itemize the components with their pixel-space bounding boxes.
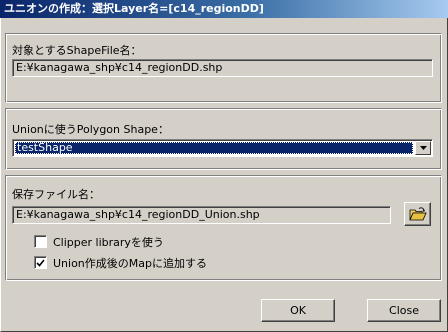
add-to-map-checkbox[interactable] (34, 256, 47, 269)
clipper-library-label[interactable]: Clipper libraryを使う (53, 234, 164, 250)
save-file-group: 保存ファイル名： E:¥kanagawa_shp¥c14_regionDD_Un… (5, 175, 442, 281)
chevron-down-icon (419, 146, 427, 150)
polygon-shape-label: Unionに使うPolygon Shape： (12, 123, 169, 136)
save-file-field[interactable]: E:¥kanagawa_shp¥c14_regionDD_Union.shp (12, 206, 391, 224)
dropdown-button[interactable] (415, 141, 431, 155)
target-shapefile-label: 対象とするShapeFile名： (12, 44, 142, 57)
target-shapefile-field[interactable]: E:¥kanagawa_shp¥c14_regionDD.shp (12, 59, 433, 77)
checkmark-icon (36, 258, 45, 267)
close-button[interactable]: Close (367, 299, 441, 322)
polygon-shape-select[interactable]: testShape (12, 139, 433, 157)
polygon-shape-selected: testShape (15, 142, 413, 154)
ok-button[interactable]: OK (261, 299, 335, 322)
polygon-shape-group: Unionに使うPolygon Shape： testShape (5, 108, 442, 170)
save-file-label: 保存ファイル名： (12, 188, 100, 201)
open-folder-icon (408, 206, 427, 220)
target-shapefile-group: 対象とするShapeFile名： E:¥kanagawa_shp¥c14_reg… (5, 33, 442, 103)
window-title: ユニオンの作成：選択Layer名=[c14_regionDD] (0, 0, 448, 18)
add-to-map-label[interactable]: Union作成後のMapに追加する (53, 255, 207, 271)
dialog-window: 対象とするShapeFile名： E:¥kanagawa_shp¥c14_reg… (0, 18, 448, 332)
browse-folder-button[interactable] (404, 202, 431, 226)
clipper-library-checkbox[interactable] (34, 235, 47, 248)
